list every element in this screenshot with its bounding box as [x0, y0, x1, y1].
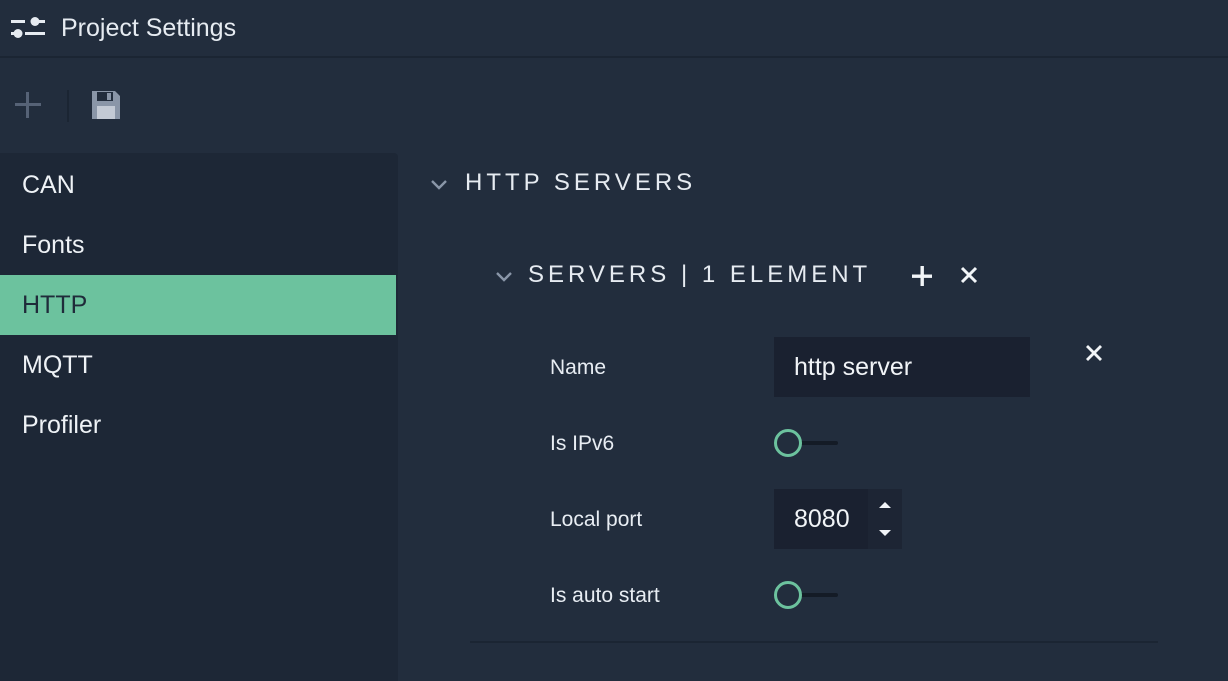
- sidebar-item-profiler[interactable]: Profiler: [0, 395, 396, 455]
- chevron-down-icon[interactable]: [429, 178, 449, 192]
- toggle-knob: [774, 429, 802, 457]
- toggle-knob: [774, 581, 802, 609]
- local-port-label: Local port: [550, 508, 643, 531]
- caret-down-icon[interactable]: [868, 519, 902, 549]
- window-title: Project Settings: [61, 14, 237, 42]
- local-port-value[interactable]: 8080: [794, 489, 850, 549]
- is-ipv6-toggle[interactable]: [774, 429, 840, 457]
- name-label: Name: [550, 356, 607, 379]
- section-title: HTTP SERVERS: [465, 169, 697, 196]
- plus-icon[interactable]: [14, 91, 42, 119]
- add-element-button[interactable]: [910, 264, 934, 288]
- name-field[interactable]: [774, 337, 1030, 397]
- subsection-title: SERVERS | 1 ELEMENT: [528, 261, 872, 288]
- sidebar-item-fonts[interactable]: Fonts: [0, 215, 396, 275]
- is-auto-start-toggle[interactable]: [774, 581, 840, 609]
- sidebar-item-can[interactable]: CAN: [0, 155, 396, 215]
- caret-up-icon[interactable]: [868, 489, 902, 519]
- title-bar: Project Settings: [0, 0, 1228, 58]
- is-ipv6-label: Is IPv6: [550, 432, 615, 455]
- sidebar-item-http[interactable]: HTTP: [0, 275, 396, 335]
- chevron-down-icon[interactable]: [494, 270, 514, 284]
- is-auto-start-label: Is auto start: [550, 584, 660, 607]
- remove-element-button[interactable]: [1085, 344, 1103, 362]
- toolbar-separator: [67, 90, 69, 122]
- floppy-disk-icon[interactable]: [90, 89, 122, 121]
- element-divider: [470, 641, 1158, 643]
- toolbar: [0, 60, 1228, 152]
- sliders-icon: [11, 17, 45, 38]
- remove-all-button[interactable]: [959, 265, 979, 285]
- stepper-buttons: [868, 489, 902, 549]
- sidebar: CAN Fonts HTTP MQTT Profiler: [0, 153, 398, 681]
- sidebar-item-mqtt[interactable]: MQTT: [0, 335, 396, 395]
